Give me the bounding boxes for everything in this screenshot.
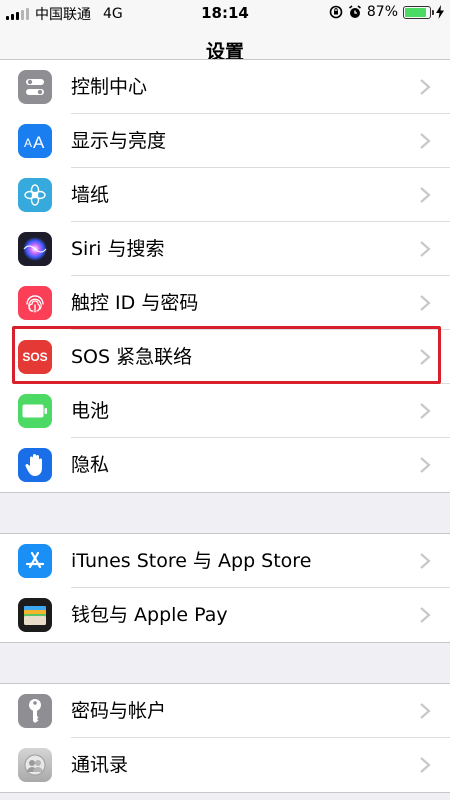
charging-bolt-icon [436,5,444,19]
wallpaper-icon [18,178,52,212]
chevron-right-icon [420,133,431,149]
settings-group-1: 控制中心 A A 显示与亮度 墙纸 Siri 与搜索 触控 ID 与密码 SOS… [0,59,450,493]
settings-row-control-center[interactable]: 控制中心 [0,60,450,114]
privacy-hand-icon [18,448,52,482]
row-label: SOS 紧急联络 [71,346,193,368]
svg-text:A: A [33,133,45,151]
settings-row-privacy[interactable]: 隐私 [0,438,450,492]
settings-row-contacts[interactable]: 通讯录 [0,738,450,792]
row-label: 隐私 [71,454,110,476]
svg-text:A: A [24,136,32,150]
chevron-right-icon [420,553,431,569]
settings-row-itunes-app-store[interactable]: iTunes Store 与 App Store [0,534,450,588]
row-label: 电池 [71,400,110,422]
chevron-right-icon [420,703,431,719]
row-label: 控制中心 [71,76,148,98]
chevron-right-icon [420,241,431,257]
status-bar: 中国联通 4G 18:14 87% [0,0,450,26]
chevron-right-icon [420,607,431,623]
settings-screen: 中国联通 4G 18:14 87% 设置 控制中心 A A 显示与亮度 墙纸 S… [0,0,450,800]
settings-group-3: 密码与帐户 通讯录 [0,683,450,793]
row-label: 钱包与 Apple Pay [71,604,228,626]
display-brightness-icon: A A [18,124,52,158]
orientation-lock-icon [329,5,343,19]
settings-row-wallet-apple-pay[interactable]: 钱包与 Apple Pay [0,588,450,642]
battery-icon [18,394,52,428]
status-right: 87% [329,4,444,20]
touch-id-icon [18,286,52,320]
settings-row-wallpaper[interactable]: 墙纸 [0,168,450,222]
row-label: Siri 与搜索 [71,238,165,260]
battery-status-icon [403,5,434,19]
row-label: 墙纸 [71,184,110,206]
siri-icon [18,232,52,266]
row-label: 密码与帐户 [71,700,167,722]
chevron-right-icon [420,757,431,773]
chevron-right-icon [420,403,431,419]
wallet-icon [18,598,52,632]
chevron-right-icon [420,187,431,203]
settings-row-touch-id[interactable]: 触控 ID 与密码 [0,276,450,330]
chevron-right-icon [420,457,431,473]
row-label: 显示与亮度 [71,130,167,152]
settings-group-2: iTunes Store 与 App Store 钱包与 Apple Pay [0,533,450,643]
row-label: 通讯录 [71,754,129,776]
battery-percent: 87% [366,4,398,20]
sos-icon: SOS [18,340,52,374]
settings-row-display-brightness[interactable]: A A 显示与亮度 [0,114,450,168]
chevron-right-icon [420,295,431,311]
settings-row-passwords-accounts[interactable]: 密码与帐户 [0,684,450,738]
app-store-icon [18,544,52,578]
row-label: iTunes Store 与 App Store [71,550,312,572]
chevron-right-icon [420,79,431,95]
settings-row-emergency-sos[interactable]: SOS SOS 紧急联络 [0,330,450,384]
row-label: 触控 ID 与密码 [71,292,199,314]
settings-row-siri[interactable]: Siri 与搜索 [0,222,450,276]
contacts-icon [18,748,52,782]
control-center-icon [18,70,52,104]
sos-icon-text: SOS [22,350,48,364]
key-icon [18,694,52,728]
settings-row-battery[interactable]: 电池 [0,384,450,438]
chevron-right-icon [420,349,431,365]
alarm-icon [348,5,361,18]
